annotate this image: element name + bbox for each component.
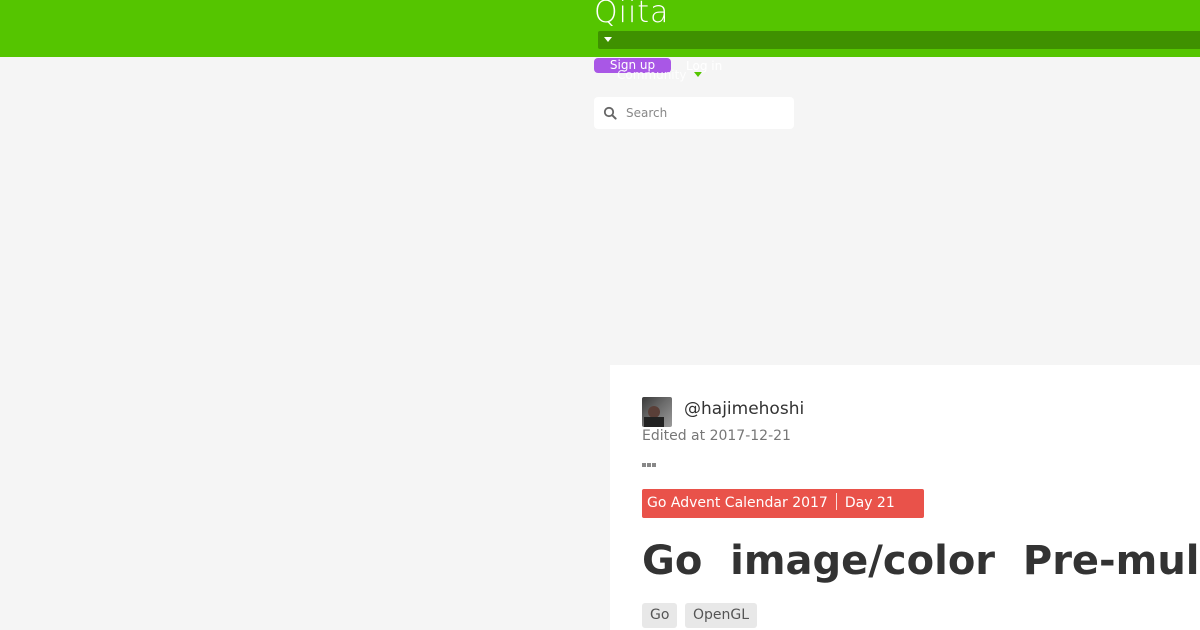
avatar[interactable] (642, 397, 672, 427)
badge-separator (835, 493, 837, 510)
edited-date: Edited at 2017-12-21 (642, 428, 791, 444)
header-dropdown[interactable] (598, 31, 1200, 49)
author-username[interactable]: @hajimehoshi (684, 399, 804, 419)
tag-opengl[interactable]: OpenGL (685, 603, 758, 628)
top-header: Qiita (0, 0, 1200, 57)
community-link[interactable]: Community (617, 68, 686, 82)
advent-calendar-name: Go Advent Calendar 2017 (647, 495, 828, 511)
caret-down-icon (604, 37, 612, 42)
advent-calendar-day: Day 21 (844, 495, 895, 511)
search-icon (603, 106, 617, 120)
log-in-link[interactable]: Log in (686, 59, 722, 73)
search-box (594, 97, 794, 129)
article-card: @hajimehoshi Edited at 2017-12-21 Go Adv… (610, 365, 1200, 630)
qiita-logo[interactable]: Qiita (594, 0, 669, 30)
more-options-icon[interactable] (642, 452, 658, 467)
search-input[interactable] (626, 97, 786, 129)
article-title: Go image/color Pre-multiplied alpha (642, 538, 1200, 584)
tag-go[interactable]: Go (642, 603, 678, 628)
advent-calendar-badge[interactable]: Go Advent Calendar 2017 Day 21 (642, 489, 924, 518)
avatar-body (644, 417, 664, 427)
